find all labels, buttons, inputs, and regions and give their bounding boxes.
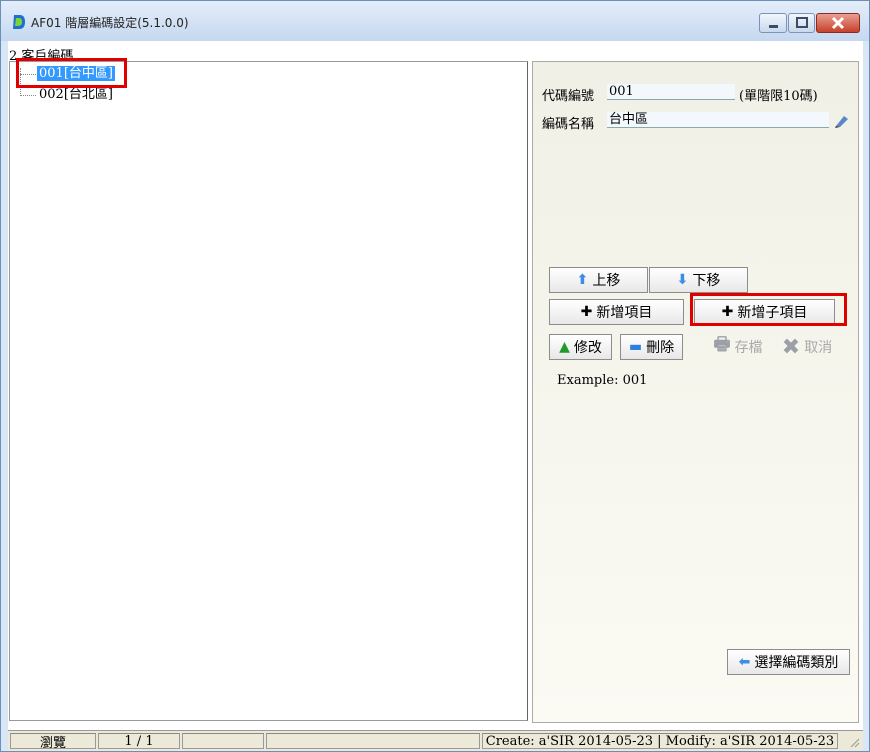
title-bar[interactable]: AF01 階層編碼設定(5.1.0.0) <box>1 1 869 41</box>
move-up-button[interactable]: ⬆ 上移 <box>549 267 648 293</box>
minimize-icon <box>769 25 778 28</box>
save-button[interactable]: 🖶 存檔 <box>705 334 771 360</box>
add-item-label: 新增項目 <box>596 305 653 321</box>
add-item-button[interactable]: ✚ 新增項目 <box>549 299 684 325</box>
name-field[interactable]: 台中區 <box>607 112 829 128</box>
move-down-label: 下移 <box>692 273 721 289</box>
code-tree[interactable]: 001[台中區] 002[台北區] <box>9 61 528 721</box>
move-down-button[interactable]: ⬇ 下移 <box>649 267 748 293</box>
tree-connector <box>20 95 36 96</box>
status-empty-cell <box>182 733 264 749</box>
status-audit: Create: a'SIR 2014-05-23 | Modify: a'SIR… <box>482 733 838 749</box>
name-label: 編碼名稱 <box>542 117 595 132</box>
cancel-label: 取消 <box>804 340 833 356</box>
maximize-icon <box>796 17 808 28</box>
code-hint: (單階限10碼) <box>739 89 818 104</box>
select-category-button[interactable]: ⬅ 選擇編碼類別 <box>727 649 850 675</box>
arrow-left-icon: ⬅ <box>738 654 751 670</box>
x-cancel-icon: ✖ <box>781 334 801 360</box>
arrow-up-icon: ⬆ <box>576 272 589 288</box>
delete-button[interactable]: ▬ 刪除 <box>620 334 683 360</box>
printer-save-icon: 🖶 <box>713 334 731 355</box>
save-label: 存檔 <box>734 340 763 356</box>
tree-node-002[interactable]: 002[台北區] <box>37 87 115 102</box>
edit-pen-icon[interactable] <box>833 113 851 129</box>
status-bar: 瀏覽 1 / 1 Create: a'SIR 2014-05-23 | Modi… <box>8 730 863 751</box>
example-text: Example: 001 <box>557 373 648 388</box>
close-icon <box>831 16 845 30</box>
edit-label: 修改 <box>573 340 602 356</box>
resize-grip-icon[interactable] <box>848 736 860 748</box>
status-page: 1 / 1 <box>98 733 180 749</box>
plus-icon: ✚ <box>580 304 593 320</box>
arrow-down-icon: ⬇ <box>676 272 689 288</box>
cancel-button[interactable]: ✖ 取消 <box>773 334 841 360</box>
detail-panel <box>532 61 859 723</box>
status-empty-cell <box>266 733 480 749</box>
app-window: AF01 階層編碼設定(5.1.0.0) 2.客戶編碼 001[台中區] 002… <box>0 0 870 752</box>
triangle-up-icon: ▲ <box>559 339 570 355</box>
highlight-box-add-child <box>690 293 847 326</box>
minus-icon: ▬ <box>628 339 643 355</box>
code-label: 代碼編號 <box>542 89 595 104</box>
maximize-button[interactable] <box>788 13 815 33</box>
select-category-label: 選擇編碼類別 <box>754 655 839 671</box>
highlight-box-selected-node <box>16 58 127 88</box>
window-title: AF01 階層編碼設定(5.1.0.0) <box>31 16 189 30</box>
move-up-label: 上移 <box>592 273 621 289</box>
status-mode: 瀏覽 <box>10 733 96 749</box>
delete-label: 刪除 <box>646 340 675 356</box>
code-field[interactable]: 001 <box>607 84 735 100</box>
minimize-button[interactable] <box>759 13 787 33</box>
edit-button[interactable]: ▲ 修改 <box>549 334 612 360</box>
close-button[interactable] <box>816 13 860 33</box>
app-logo-icon <box>13 15 25 29</box>
